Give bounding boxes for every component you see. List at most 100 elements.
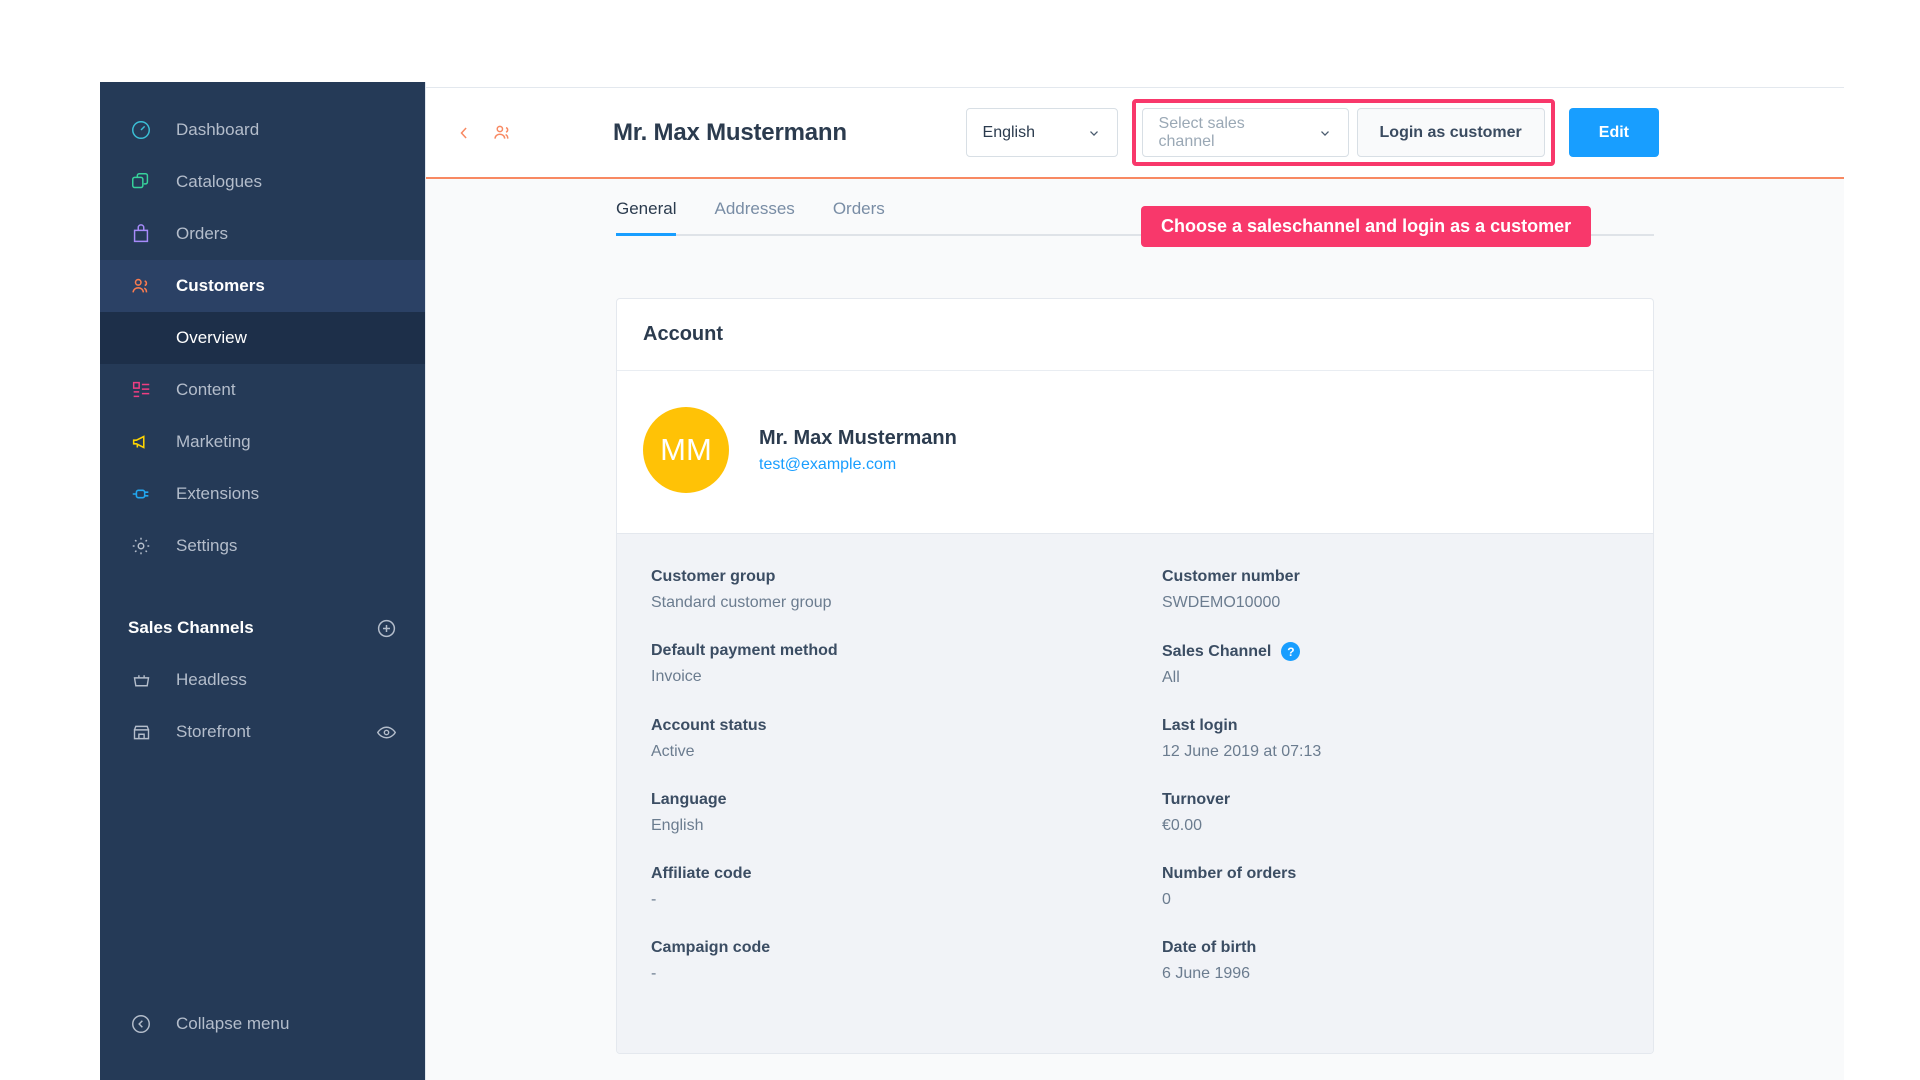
chevron-down-icon xyxy=(1063,126,1101,140)
megaphone-icon xyxy=(128,429,154,455)
sidebar-item-label: Settings xyxy=(176,536,238,555)
field-turnover: Turnover €0.00 xyxy=(1162,791,1627,835)
field-account-status: Account status Active xyxy=(651,717,1116,761)
speedometer-icon xyxy=(128,117,154,143)
language-select-value: English xyxy=(982,123,1036,141)
plug-icon xyxy=(128,481,154,507)
field-value: - xyxy=(651,965,657,982)
account-card: Account MM Mr. Max Mustermann test@examp… xyxy=(616,298,1654,1054)
sales-channel-select[interactable]: Select sales channel xyxy=(1141,108,1349,157)
copy-icon xyxy=(128,169,154,195)
plus-circle-icon[interactable] xyxy=(376,618,397,639)
field-value: 6 June 1996 xyxy=(1162,965,1251,982)
field-label: Number of orders xyxy=(1162,865,1297,882)
sidebar-item-marketing[interactable]: Marketing xyxy=(100,416,425,468)
sidebar-item-label: Customers xyxy=(176,276,265,295)
sidebar-subitem-label: Overview xyxy=(176,328,247,347)
tabs-container: General Addresses Orders xyxy=(426,179,1844,236)
sidebar-item-label: Dashboard xyxy=(176,120,260,139)
help-icon[interactable]: ? xyxy=(1281,642,1301,661)
field-sales-channel: Sales Channel ? All xyxy=(1162,642,1627,687)
sidebar-item-orders[interactable]: Orders xyxy=(100,208,425,260)
sidebar-nav-list: Dashboard Catalogues Orders Customers Ov… xyxy=(100,82,425,572)
field-label: Affiliate code xyxy=(651,865,752,882)
field-value: All xyxy=(1162,669,1180,686)
sidebar-item-label: Extensions xyxy=(176,484,260,503)
field-default-payment-method: Default payment method Invoice xyxy=(651,642,1116,687)
sidebar-item-catalogues[interactable]: Catalogues xyxy=(100,156,425,208)
field-value: Invoice xyxy=(651,668,702,685)
field-last-login: Last login 12 June 2019 at 07:13 xyxy=(1162,717,1627,761)
page-title: Mr. Max Mustermann xyxy=(613,118,847,146)
chevron-left-icon[interactable] xyxy=(448,117,480,149)
sales-channel-highlight: Select sales channel Login as customer xyxy=(1131,99,1555,166)
sidebar-item-overview[interactable]: Overview xyxy=(100,312,425,364)
field-value: 12 June 2019 at 07:13 xyxy=(1162,743,1322,760)
sidebar-item-label: Catalogues xyxy=(176,172,263,191)
field-label: Customer group xyxy=(651,568,776,585)
field-number-of-orders: Number of orders 0 xyxy=(1162,865,1627,909)
sidebar-item-headless[interactable]: Headless xyxy=(100,654,425,706)
app-root: Dashboard Catalogues Orders Customers Ov… xyxy=(0,0,1920,1080)
person-info: Mr. Max Mustermann test@example.com xyxy=(759,427,957,474)
chevron-left-circle-icon xyxy=(128,1011,154,1037)
field-value: SWDEMO10000 xyxy=(1162,594,1281,611)
field-value: - xyxy=(651,891,657,908)
users-icon xyxy=(128,273,154,299)
field-value: 0 xyxy=(1162,891,1171,908)
field-customer-number: Customer number SWDEMO10000 xyxy=(1162,568,1627,612)
field-label: Date of birth xyxy=(1162,939,1257,956)
sidebar-channel-label: Headless xyxy=(176,670,247,689)
header-actions: English Select sales channel Login as cu… xyxy=(965,99,1844,166)
field-label: Sales Channel xyxy=(1162,642,1272,660)
sidebar-item-content[interactable]: Content xyxy=(100,364,425,416)
content-area: Mr. Max Mustermann English Select sales … xyxy=(425,82,1844,1080)
field-label-row: Sales Channel ? xyxy=(1162,642,1627,661)
sales-channels-section-header: Sales Channels xyxy=(100,602,425,654)
account-details-grid: Customer group Standard customer group C… xyxy=(617,533,1653,1053)
collapse-menu-button[interactable]: Collapse menu xyxy=(100,994,425,1054)
field-affiliate-code: Affiliate code - xyxy=(651,865,1116,909)
avatar: MM xyxy=(643,407,729,493)
basket-icon xyxy=(128,667,154,693)
sidebar-item-settings[interactable]: Settings xyxy=(100,520,425,572)
field-label: Default payment method xyxy=(651,642,838,659)
person-name: Mr. Max Mustermann xyxy=(759,426,957,449)
collapse-menu-label: Collapse menu xyxy=(176,1014,290,1033)
users-icon[interactable] xyxy=(492,122,513,143)
sidebar-item-label: Marketing xyxy=(176,432,251,451)
login-as-customer-button[interactable]: Login as customer xyxy=(1356,108,1545,157)
page-header: Mr. Max Mustermann English Select sales … xyxy=(426,88,1844,179)
sidebar-item-label: Orders xyxy=(176,224,228,243)
sidebar: Dashboard Catalogues Orders Customers Ov… xyxy=(100,82,425,1080)
field-value: English xyxy=(651,817,704,834)
sidebar-item-dashboard[interactable]: Dashboard xyxy=(100,104,425,156)
account-person-block: MM Mr. Max Mustermann test@example.com xyxy=(617,371,1653,533)
gear-icon xyxy=(128,533,154,559)
eye-icon[interactable] xyxy=(376,722,397,743)
field-label: Campaign code xyxy=(651,939,771,956)
sidebar-item-label: Content xyxy=(176,380,236,399)
bag-icon xyxy=(128,221,154,247)
sidebar-item-extensions[interactable]: Extensions xyxy=(100,468,425,520)
sidebar-item-storefront[interactable]: Storefront xyxy=(100,706,425,758)
field-value: €0.00 xyxy=(1162,817,1203,834)
sales-channels-title: Sales Channels xyxy=(128,618,254,637)
field-language: Language English xyxy=(651,791,1116,835)
language-select[interactable]: English xyxy=(965,108,1118,157)
edit-button[interactable]: Edit xyxy=(1568,108,1659,157)
field-customer-group: Customer group Standard customer group xyxy=(651,568,1116,612)
tab-general[interactable]: General xyxy=(616,179,677,236)
chevron-down-icon xyxy=(1294,126,1332,140)
sidebar-channel-label: Storefront xyxy=(176,722,251,741)
sales-channel-select-value: Select sales channel xyxy=(1158,114,1245,150)
field-label: Turnover xyxy=(1162,791,1231,808)
tab-addresses[interactable]: Addresses xyxy=(714,179,794,236)
tooltip-callout: Choose a saleschannel and login as a cus… xyxy=(1141,206,1592,247)
field-value: Active xyxy=(651,743,695,760)
person-email-link[interactable]: test@example.com xyxy=(759,456,957,474)
sidebar-item-customers[interactable]: Customers xyxy=(100,260,425,312)
field-campaign-code: Campaign code - xyxy=(651,939,1116,983)
tab-orders[interactable]: Orders xyxy=(833,179,885,236)
content-icon xyxy=(128,377,154,403)
